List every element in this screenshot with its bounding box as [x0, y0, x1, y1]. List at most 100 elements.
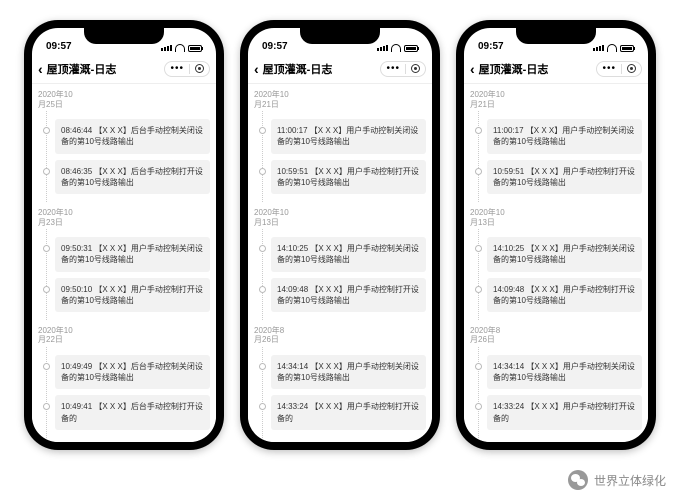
log-entry[interactable]: 10:49:41 【X X X】后台手动控制打开设备的	[55, 395, 210, 429]
entry-time: 14:33:24	[277, 402, 308, 411]
capsule-menu[interactable]: •••	[596, 61, 642, 77]
log-content[interactable]: 2020年10月25日08:46:44 【X X X】后台手动控制关闭设备的第1…	[32, 84, 216, 442]
log-entry[interactable]: 14:09:48 【X X X】用户手动控制打开设备的第10号线路输出	[271, 278, 426, 312]
capsule-menu[interactable]: •••	[164, 61, 210, 77]
signal-icon	[161, 45, 172, 51]
entry-time: 14:33:24	[493, 402, 524, 411]
timeline: 14:34:14 【X X X】用户手动控制关闭设备的第10号线路输出 14:33…	[478, 347, 648, 438]
nav-back[interactable]: ‹ 屋顶灌溉-日志	[38, 61, 116, 77]
timeline: 14:10:25 【X X X】用户手动控制关闭设备的第10号线路输出 14:09…	[478, 229, 648, 320]
timeline: 11:00:17 【X X X】用户手动控制关闭设备的第10号线路输出 10:59…	[262, 111, 432, 202]
nav-bar: ‹ 屋顶灌溉-日志 •••	[464, 54, 648, 84]
chevron-left-icon: ‹	[470, 62, 475, 76]
status-icons	[377, 44, 418, 52]
nav-title: 屋顶灌溉-日志	[47, 61, 117, 77]
entry-time: 10:59:51	[493, 167, 524, 176]
status-time: 09:57	[478, 41, 504, 52]
nav-title: 屋顶灌溉-日志	[479, 61, 549, 77]
entry-time: 10:49:49	[61, 362, 92, 371]
entry-time: 14:34:14	[277, 362, 308, 371]
wifi-icon	[391, 44, 401, 52]
battery-icon	[404, 45, 418, 52]
phone-frame: 09:57 ‹ 屋顶灌溉-日志 •••	[24, 20, 224, 450]
log-content[interactable]: 2020年10月21日11:00:17 【X X X】用户手动控制关闭设备的第1…	[248, 84, 432, 442]
entry-time: 14:34:14	[493, 362, 524, 371]
date-header: 2020年10月22日	[32, 320, 216, 347]
date-header: 2020年10月21日	[248, 84, 432, 111]
more-icon: •••	[597, 63, 621, 74]
close-icon	[627, 64, 636, 73]
entry-time: 09:50:31	[61, 244, 92, 253]
chevron-left-icon: ‹	[254, 62, 259, 76]
entry-time: 11:00:17	[493, 126, 524, 135]
wifi-icon	[175, 44, 185, 52]
log-entry[interactable]: 14:09:48 【X X X】用户手动控制打开设备的第10号线路输出	[487, 278, 642, 312]
timeline: 14:10:25 【X X X】用户手动控制关闭设备的第10号线路输出 14:09…	[262, 229, 432, 320]
log-entry[interactable]: 14:10:25 【X X X】用户手动控制关闭设备的第10号线路输出	[271, 237, 426, 271]
entry-time: 10:59:51	[277, 167, 308, 176]
entry-time: 14:09:48	[493, 285, 524, 294]
log-entry[interactable]: 14:10:25 【X X X】用户手动控制关闭设备的第10号线路输出	[487, 237, 642, 271]
log-entry[interactable]: 11:00:17 【X X X】用户手动控制关闭设备的第10号线路输出	[487, 119, 642, 153]
signal-icon	[593, 45, 604, 51]
log-entry[interactable]: 10:49:49 【X X X】后台手动控制关闭设备的第10号线路输出	[55, 355, 210, 389]
log-entry[interactable]: 08:46:44 【X X X】后台手动控制关闭设备的第10号线路输出	[55, 119, 210, 153]
date-header: 2020年10月13日	[248, 202, 432, 229]
entry-time: 14:10:25	[493, 244, 524, 253]
nav-back[interactable]: ‹ 屋顶灌溉-日志	[470, 61, 548, 77]
log-entry[interactable]: 14:34:14 【X X X】用户手动控制关闭设备的第10号线路输出	[271, 355, 426, 389]
notch	[84, 28, 164, 44]
close-icon	[411, 64, 420, 73]
battery-icon	[188, 45, 202, 52]
entry-time: 14:09:48	[277, 285, 308, 294]
timeline: 08:46:44 【X X X】后台手动控制关闭设备的第10号线路输出08:46…	[46, 111, 216, 202]
battery-icon	[620, 45, 634, 52]
nav-bar: ‹ 屋顶灌溉-日志 •••	[32, 54, 216, 84]
date-header: 2020年10月23日	[32, 202, 216, 229]
log-entry[interactable]: 09:50:10 【X X X】用户手动控制打开设备的第10号线路输出	[55, 278, 210, 312]
nav-back[interactable]: ‹ 屋顶灌溉-日志	[254, 61, 332, 77]
date-header: 2020年8月26日	[248, 320, 432, 347]
log-entry[interactable]: 14:34:14 【X X X】用户手动控制关闭设备的第10号线路输出	[487, 355, 642, 389]
close-icon	[195, 64, 204, 73]
signal-icon	[377, 45, 388, 51]
date-header: 2020年10月13日	[464, 202, 648, 229]
date-header: 2020年8月26日	[464, 320, 648, 347]
screen: 09:57 ‹ 屋顶灌溉-日志 •••	[248, 28, 432, 442]
status-icons	[161, 44, 202, 52]
source-label: 世界立体绿化	[594, 472, 666, 489]
notch	[300, 28, 380, 44]
phone-frame: 09:57 ‹ 屋顶灌溉-日志 •••	[456, 20, 656, 450]
status-time: 09:57	[262, 41, 288, 52]
entry-time: 11:00:17	[277, 126, 308, 135]
entry-time: 14:10:25	[277, 244, 308, 253]
source-badge: 世界立体绿化	[568, 470, 666, 490]
entry-time: 09:50:10	[61, 285, 92, 294]
log-entry[interactable]: 09:50:31 【X X X】用户手动控制关闭设备的第10号线路输出	[55, 237, 210, 271]
chevron-left-icon: ‹	[38, 62, 43, 76]
more-icon: •••	[381, 63, 405, 74]
log-entry[interactable]: 10:59:51 【X X X】用户手动控制打开设备的第10号线路输出	[487, 160, 642, 194]
log-entry[interactable]: 08:46:35 【X X X】后台手动控制打开设备的第10号线路输出	[55, 160, 210, 194]
notch	[516, 28, 596, 44]
phone-frame: 09:57 ‹ 屋顶灌溉-日志 •••	[240, 20, 440, 450]
nav-title: 屋顶灌溉-日志	[263, 61, 333, 77]
log-entry[interactable]: 14:33:24 【X X X】用户手动控制打开设备的	[271, 395, 426, 429]
capsule-menu[interactable]: •••	[380, 61, 426, 77]
phone-row: 09:57 ‹ 屋顶灌溉-日志 •••	[0, 0, 680, 470]
log-entry[interactable]: 14:33:24 【X X X】用户手动控制打开设备的	[487, 395, 642, 429]
timeline: 14:34:14 【X X X】用户手动控制关闭设备的第10号线路输出 14:33…	[262, 347, 432, 438]
nav-bar: ‹ 屋顶灌溉-日志 •••	[248, 54, 432, 84]
log-entry[interactable]: 10:59:51 【X X X】用户手动控制打开设备的第10号线路输出	[271, 160, 426, 194]
entry-time: 10:49:41	[61, 402, 92, 411]
screen: 09:57 ‹ 屋顶灌溉-日志 •••	[32, 28, 216, 442]
wechat-icon	[568, 470, 588, 490]
log-content[interactable]: 2020年10月21日11:00:17 【X X X】用户手动控制关闭设备的第1…	[464, 84, 648, 442]
screen: 09:57 ‹ 屋顶灌溉-日志 •••	[464, 28, 648, 442]
entry-time: 08:46:35	[61, 167, 92, 176]
timeline: 10:49:49 【X X X】后台手动控制关闭设备的第10号线路输出10:49…	[46, 347, 216, 438]
entry-time: 08:46:44	[61, 126, 92, 135]
log-entry[interactable]: 11:00:17 【X X X】用户手动控制关闭设备的第10号线路输出	[271, 119, 426, 153]
status-icons	[593, 44, 634, 52]
timeline: 09:50:31 【X X X】用户手动控制关闭设备的第10号线路输出09:50…	[46, 229, 216, 320]
